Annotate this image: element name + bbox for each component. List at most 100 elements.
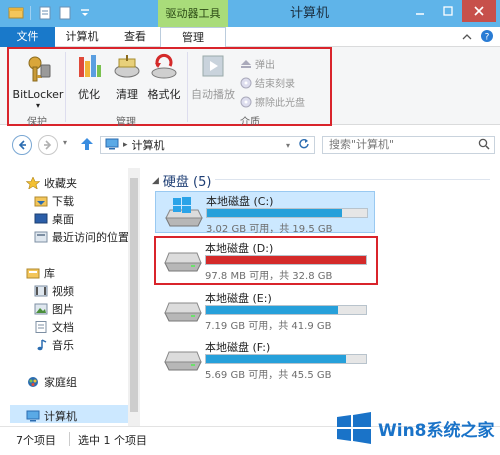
forward-arrow-icon: [44, 140, 52, 150]
os-drive-icon: [165, 197, 203, 227]
chevron-down-icon: ▾: [35, 101, 40, 110]
watermark-text: Win8系统之家: [378, 420, 495, 441]
autoplay-button[interactable]: 自动播放: [191, 53, 235, 102]
nav-music[interactable]: 音乐: [34, 337, 74, 353]
new-folder-icon[interactable]: [57, 5, 73, 21]
drive-free-space: 7.19 GB 可用，共 41.9 GB: [205, 321, 332, 332]
forward-button[interactable]: [38, 135, 58, 155]
windows-logo-icon: [337, 412, 371, 444]
autoplay-icon: [202, 55, 224, 77]
properties-icon[interactable]: [37, 5, 53, 21]
erase-disc-icon: [240, 96, 252, 107]
recent-locations-icon[interactable]: ▾: [63, 138, 67, 147]
refresh-icon[interactable]: [298, 138, 309, 152]
collapse-icon: ◢: [152, 175, 159, 186]
music-icon: [37, 339, 47, 351]
drive-name: 本地磁盘 (F:): [205, 341, 271, 354]
back-button[interactable]: [12, 135, 32, 155]
star-icon: [26, 177, 40, 189]
pictures-icon: [34, 303, 48, 315]
tab-view[interactable]: 查看: [118, 27, 152, 47]
customize-toolbar-icon[interactable]: [77, 5, 93, 21]
window-controls: [406, 0, 496, 22]
item-count: 7个项目: [16, 434, 56, 447]
drive-usage-fill: [206, 355, 346, 363]
bitlocker-label: BitLocker: [12, 88, 64, 101]
drive-free-space: 3.02 GB 可用，共 19.5 GB: [206, 224, 333, 235]
computer-icon: [26, 410, 40, 422]
back-arrow-icon: [18, 140, 26, 150]
search-icon[interactable]: [478, 138, 490, 153]
drive-usage-bar: [205, 354, 367, 364]
nav-downloads[interactable]: 下载: [34, 193, 74, 209]
collapse-ribbon-icon[interactable]: [462, 31, 472, 44]
recent-places-icon: [34, 231, 48, 243]
close-icon[interactable]: [462, 0, 496, 22]
eject-label: 弹出: [255, 60, 275, 71]
libraries-icon: [26, 268, 40, 279]
drive-usage-fill: [207, 209, 343, 217]
quick-access-toolbar: [8, 5, 93, 21]
address-dropdown-icon[interactable]: ▾: [286, 141, 290, 150]
address-path: 计算机: [131, 139, 165, 152]
bitlocker-icon: [28, 56, 51, 82]
drive-free-space: 5.69 GB 可用，共 45.5 GB: [205, 370, 332, 381]
ribbon-tabs: 文件 计算机 查看 管理 ?: [0, 27, 500, 48]
nav-favorites[interactable]: 收藏夹: [26, 175, 77, 191]
desktop-icon: [34, 213, 48, 224]
nav-scrollbar[interactable]: [128, 168, 140, 426]
optimize-icon: [79, 55, 101, 77]
drive-item-f[interactable]: 本地磁盘 (F:) 5.69 GB 可用，共 45.5 GB: [155, 338, 375, 381]
cleanup-icon: [114, 55, 140, 78]
window-icon[interactable]: [8, 5, 24, 21]
help-icon[interactable]: ?: [480, 29, 494, 46]
downloads-icon: [34, 196, 48, 207]
nav-videos[interactable]: 视频: [34, 283, 74, 299]
drive-d-highlight-outline: [154, 236, 378, 285]
address-box[interactable]: ▸ 计算机 ▾: [100, 136, 315, 154]
drive-item-c[interactable]: 本地磁盘 (C:) 3.02 GB 可用，共 19.5 GB: [155, 191, 375, 235]
tab-file[interactable]: 文件: [0, 27, 55, 47]
format-label: 格式化: [147, 88, 181, 101]
erase-disc-button[interactable]: 擦除此光盘: [240, 94, 305, 109]
cleanup-button[interactable]: 清理: [110, 53, 144, 102]
nav-computer[interactable]: 计算机: [26, 408, 77, 424]
nav-scrollbar-thumb[interactable]: [130, 178, 138, 412]
drive-item-e[interactable]: 本地磁盘 (E:) 7.19 GB 可用，共 41.9 GB: [155, 289, 375, 332]
title-bar: 驱动器工具 计算机: [0, 0, 500, 27]
nav-libraries[interactable]: 库: [26, 265, 55, 281]
window-title: 计算机: [290, 6, 330, 21]
drive-usage-bar: [206, 208, 368, 218]
hard-disks-group-header[interactable]: ◢ 硬盘 (5): [152, 171, 211, 190]
maximize-icon[interactable]: [434, 0, 462, 22]
eject-button[interactable]: 弹出: [240, 56, 275, 71]
up-arrow-icon[interactable]: [80, 137, 94, 154]
hard-drive-icon: [164, 351, 202, 371]
nav-documents[interactable]: 文档: [34, 319, 74, 335]
tab-computer[interactable]: 计算机: [63, 27, 101, 47]
computer-small-icon: [105, 138, 119, 153]
video-icon: [34, 285, 48, 297]
nav-homegroup[interactable]: 家庭组: [26, 374, 77, 390]
search-input[interactable]: 搜索"计算机": [322, 136, 495, 154]
optimize-label: 优化: [78, 88, 100, 101]
svg-text:?: ?: [485, 33, 490, 43]
bitlocker-button[interactable]: BitLocker ▾: [12, 53, 64, 110]
end-burn-button[interactable]: 结束刻录: [240, 75, 295, 90]
format-button[interactable]: 格式化: [146, 53, 182, 102]
minimize-icon[interactable]: [406, 0, 434, 22]
selection-count: 选中 1 个项目: [78, 434, 147, 447]
optimize-button[interactable]: 优化: [72, 53, 106, 102]
drive-usage-bar: [205, 305, 367, 315]
documents-icon: [35, 321, 47, 333]
nav-pictures[interactable]: 图片: [34, 301, 74, 317]
nav-recent[interactable]: 最近访问的位置: [34, 229, 129, 245]
nav-desktop[interactable]: 桌面: [34, 211, 74, 227]
drive-name: 本地磁盘 (E:): [205, 292, 272, 305]
tab-manage[interactable]: 管理: [160, 27, 226, 48]
section-title: 硬盘 (5): [162, 175, 212, 190]
address-bar-area: ▾ ▸ 计算机 ▾ 搜索"计算机": [0, 126, 500, 164]
autoplay-label: 自动播放: [191, 88, 235, 101]
drive-tools-context-tab: 驱动器工具: [158, 0, 228, 27]
breadcrumb-separator-icon: ▸: [123, 140, 128, 150]
